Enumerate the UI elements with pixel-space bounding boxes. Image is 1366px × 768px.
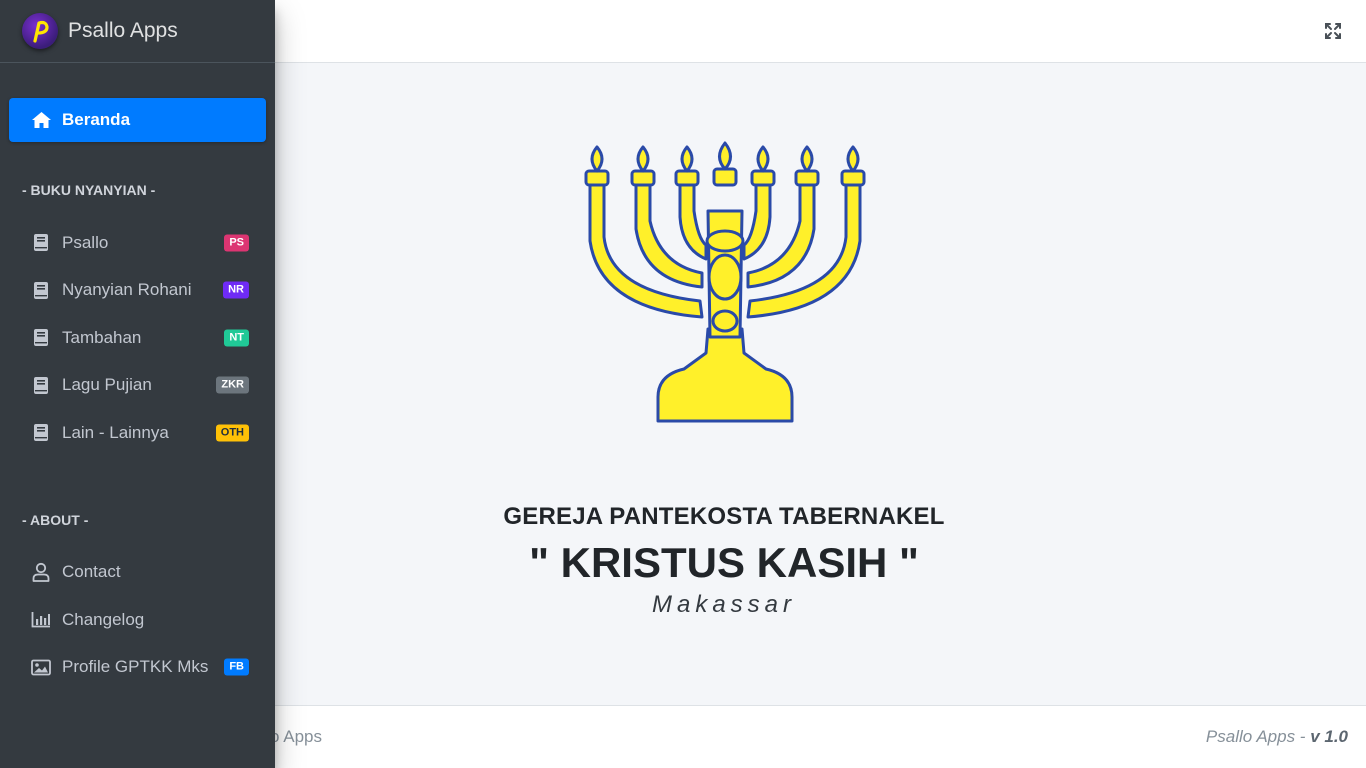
sidebar-item-label: Lagu Pujian bbox=[62, 375, 152, 395]
expand-icon bbox=[1325, 23, 1341, 39]
section-header-songbooks: - BUKU NYANYIAN - bbox=[22, 182, 156, 198]
songbook-list: Psallo PS Nyanyian Rohani NR Tambahan NT bbox=[9, 219, 266, 457]
menorah-logo bbox=[584, 141, 866, 423]
church-info: GEREJA PANTEKOSTA TABERNAKEL " KRISTUS K… bbox=[275, 503, 1173, 619]
sidebar-item-beranda[interactable]: Beranda bbox=[9, 98, 266, 142]
sidebar-item-profile-gptkk[interactable]: Profile GPTKK Mks FB bbox=[9, 644, 266, 692]
chart-bar-icon bbox=[31, 610, 51, 630]
church-title: " KRISTUS KASIH " bbox=[529, 539, 919, 586]
main-content: GEREJA PANTEKOSTA TABERNAKEL " KRISTUS K… bbox=[275, 63, 1366, 705]
sidebar-item-label: Changelog bbox=[62, 609, 145, 629]
footer-app-name: Psallo Apps - bbox=[1205, 727, 1306, 746]
app-root: GEREJA PANTEKOSTA TABERNAKEL " KRISTUS K… bbox=[0, 0, 1366, 768]
sidebar-item-label: Contact bbox=[62, 562, 121, 582]
badge-ps: PS bbox=[224, 234, 249, 252]
sidebar-item-label: Beranda bbox=[62, 110, 131, 129]
sidebar-item-lagu-pujian[interactable]: Lagu Pujian ZKR bbox=[9, 362, 266, 410]
sidebar-item-changelog[interactable]: Changelog bbox=[9, 596, 266, 644]
sidebar-item-label: Profile GPTKK Mks bbox=[62, 657, 209, 677]
brand-logo bbox=[22, 13, 58, 49]
sidebar-item-label: Nyanyian Rohani bbox=[62, 280, 192, 300]
book-icon bbox=[31, 233, 51, 253]
badge-fb: FB bbox=[224, 658, 249, 676]
about-list: Contact Changelog Profile GPTKK Mks FB bbox=[9, 549, 266, 692]
home-icon bbox=[32, 112, 51, 128]
sidebar-item-psallo[interactable]: Psallo PS bbox=[9, 219, 266, 267]
sidebar-item-lain-lainnya[interactable]: Lain - Lainnya OTH bbox=[9, 409, 266, 457]
book-icon bbox=[31, 328, 51, 348]
sidebar-item-label: Lain - Lainnya bbox=[62, 422, 169, 442]
sidebar-item-nyanyian-rohani[interactable]: Nyanyian Rohani NR bbox=[9, 267, 266, 315]
sidebar-item-label: Psallo bbox=[62, 232, 109, 252]
sidebar: Psallo Apps Beranda - BUKU NYANYIAN - Ps… bbox=[0, 0, 275, 768]
footer-version-number: v 1.0 bbox=[1310, 727, 1348, 746]
footer-version: Psallo Apps - v 1.0 bbox=[1206, 727, 1348, 747]
book-icon bbox=[31, 375, 51, 395]
fullscreen-button[interactable] bbox=[1322, 20, 1344, 42]
church-city: Makassar bbox=[651, 591, 797, 618]
psallo-logo-icon bbox=[33, 20, 49, 43]
sidebar-item-label: Tambahan bbox=[62, 327, 142, 347]
church-name: GEREJA PANTEKOSTA TABERNAKEL bbox=[503, 503, 945, 530]
badge-oth: OTH bbox=[215, 424, 249, 442]
sidebar-item-tambahan[interactable]: Tambahan NT bbox=[9, 314, 266, 362]
book-icon bbox=[31, 423, 51, 443]
user-icon bbox=[31, 562, 51, 583]
section-header-about: - ABOUT - bbox=[22, 511, 89, 528]
brand-name: Psallo Apps bbox=[68, 19, 178, 42]
badge-zkr: ZKR bbox=[216, 376, 249, 394]
image-icon bbox=[31, 657, 51, 677]
book-icon bbox=[31, 280, 51, 300]
badge-nt: NT bbox=[224, 329, 249, 347]
badge-nr: NR bbox=[223, 281, 249, 299]
brand-link[interactable]: Psallo Apps bbox=[0, 0, 275, 63]
sidebar-nav: Beranda - BUKU NYANYIAN - Psallo PS Nyan… bbox=[0, 98, 275, 691]
sidebar-item-contact[interactable]: Contact bbox=[9, 549, 266, 597]
